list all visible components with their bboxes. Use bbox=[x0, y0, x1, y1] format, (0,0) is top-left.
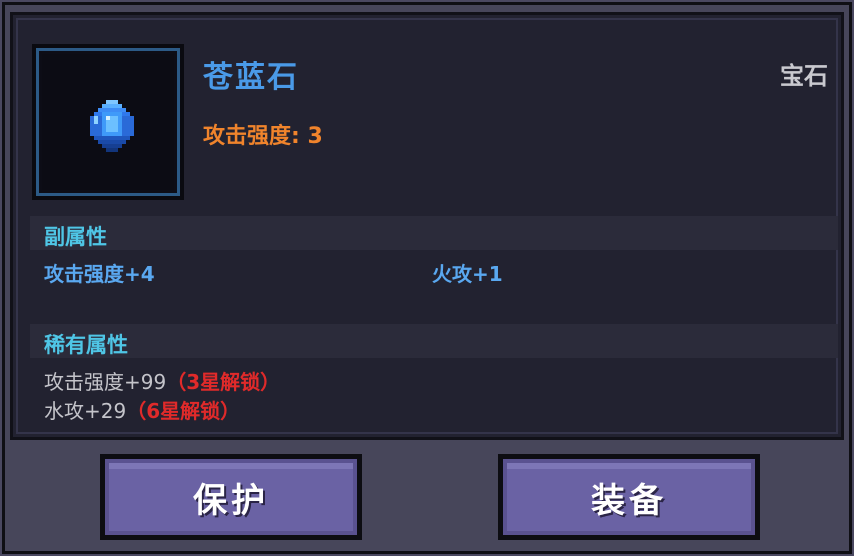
equip-button-label: 装备 bbox=[591, 480, 667, 521]
item-detail-window: 苍蓝石 宝石 攻击强度: 3 副属性 攻击强度+4 火攻+1 稀有属性 攻击强度… bbox=[0, 0, 854, 556]
item-icon-slot bbox=[32, 44, 184, 200]
rare-attributes-title: 稀有属性 bbox=[44, 333, 128, 357]
main-stat: 攻击强度: 3 bbox=[203, 124, 323, 149]
rare-attr-header-strip bbox=[30, 324, 838, 358]
rare-attribute-1: 攻击强度+99（3星解锁） bbox=[44, 366, 280, 395]
item-name: 苍蓝石 bbox=[203, 60, 299, 95]
equip-button[interactable]: 装备 bbox=[498, 454, 760, 540]
sub-attributes-title: 副属性 bbox=[44, 225, 107, 249]
sub-attr-header-strip bbox=[30, 216, 838, 250]
rare-attribute-2: 水攻+29（6星解锁） bbox=[44, 395, 240, 424]
protect-button[interactable]: 保护 bbox=[100, 454, 362, 540]
protect-button-label: 保护 bbox=[193, 480, 269, 521]
rare-attribute-2-lock: （6星解锁） bbox=[126, 399, 241, 423]
item-type-label: 宝石 bbox=[780, 62, 828, 90]
sub-attribute-2: 火攻+1 bbox=[432, 262, 503, 286]
rare-attribute-1-lock: （3星解锁） bbox=[166, 370, 281, 394]
blue-gem-icon bbox=[90, 100, 134, 152]
rare-attribute-1-stat: 攻击强度+99 bbox=[44, 370, 167, 394]
sub-attribute-1: 攻击强度+4 bbox=[44, 262, 155, 286]
rare-attribute-2-stat: 水攻+29 bbox=[44, 399, 127, 423]
